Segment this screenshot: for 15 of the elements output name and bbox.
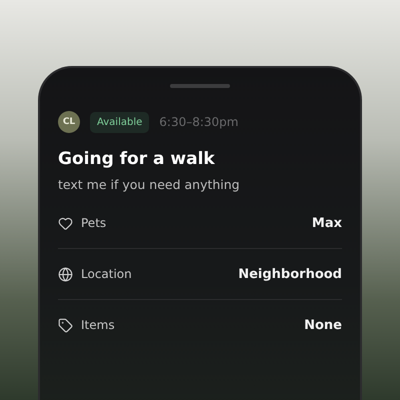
status-title: Going for a walk bbox=[58, 149, 216, 169]
detail-label: Pets bbox=[81, 216, 108, 230]
time-range: 6:30–8:30pm bbox=[159, 115, 238, 129]
detail-value: Max bbox=[312, 216, 342, 230]
status-message: text me if you need anything bbox=[58, 177, 241, 192]
avatar: CL bbox=[58, 111, 80, 133]
drag-handle[interactable] bbox=[170, 84, 230, 88]
detail-value: None bbox=[304, 318, 342, 332]
heart-icon bbox=[58, 216, 73, 230]
detail-value: Neighborhood bbox=[238, 266, 342, 282]
status-badge: Available bbox=[90, 112, 150, 132]
globe-icon bbox=[58, 266, 73, 282]
detail-label: Location bbox=[81, 267, 133, 281]
detail-label: Items bbox=[81, 318, 116, 332]
tag-icon bbox=[58, 318, 73, 332]
